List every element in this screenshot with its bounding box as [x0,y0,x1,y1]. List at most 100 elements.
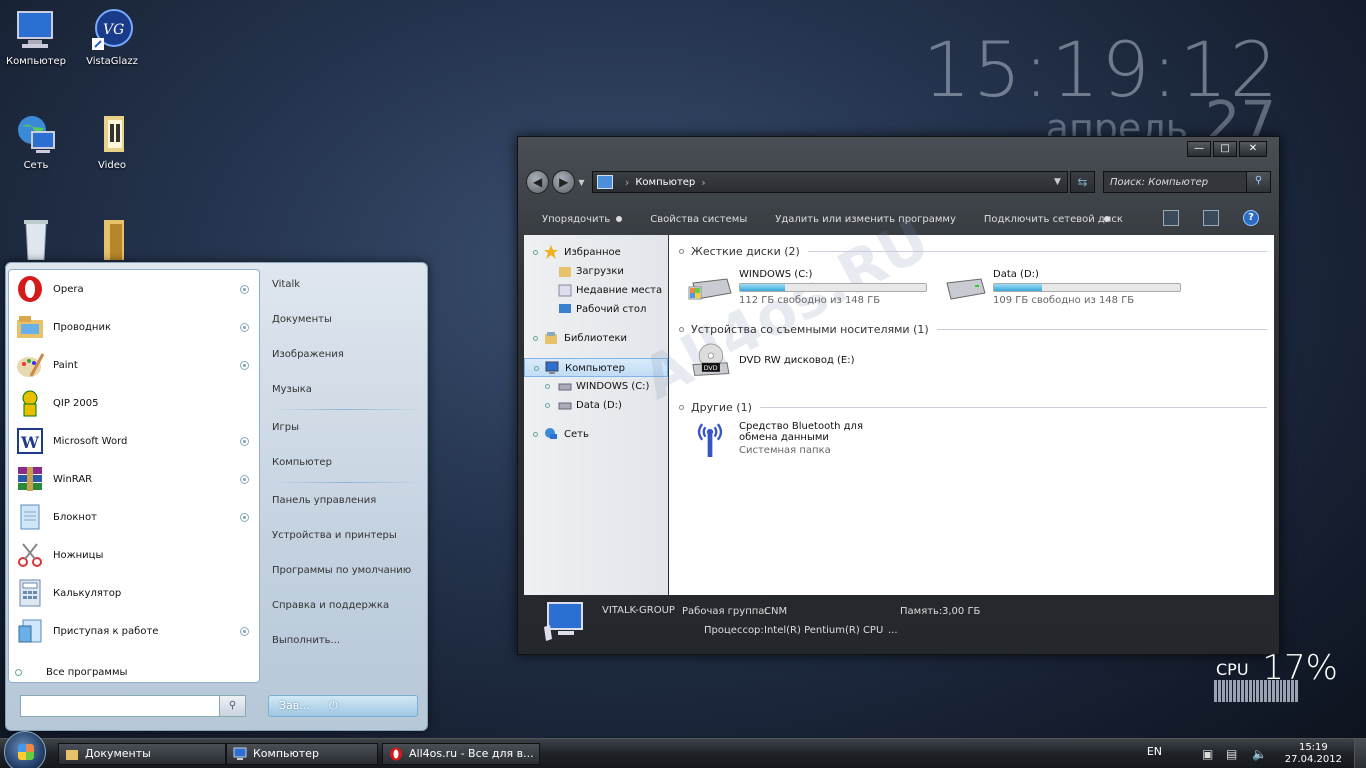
nav-recent-places[interactable]: Недавние места [524,281,668,300]
program-winrar[interactable]: WinRAR [9,460,259,498]
start-pictures[interactable]: Изображения [272,345,422,380]
start-control-panel[interactable]: Панель управления [272,491,422,526]
breadcrumb-computer[interactable]: Компьютер [635,177,695,188]
change-view-icon[interactable] [1163,210,1179,226]
group-header-other[interactable]: Другие (1) [679,401,1267,414]
collapse-icon[interactable] [679,405,684,410]
program-paint[interactable]: Paint [9,346,259,384]
organize-button[interactable]: Упорядочить [542,214,623,225]
uninstall-program-button[interactable]: Удалить или изменить программу [775,214,956,225]
nav-network[interactable]: Сеть [524,425,668,444]
program-notepad[interactable]: Блокнот [9,498,259,536]
usb-device-icon[interactable]: ▣ [1202,747,1216,761]
back-button[interactable]: ◀ [526,170,550,194]
jump-list-arrow-icon[interactable] [240,627,249,636]
desktop-icon-vistaglazz[interactable]: VG VistaGlazz [76,8,148,67]
qip-icon [22,390,38,417]
preview-pane-icon[interactable] [1203,210,1219,226]
breadcrumb-separator-icon[interactable]: › [701,176,705,189]
explorer-window[interactable]: — □ ✕ ◀ ▶ ▼ › Компьютер › ▼ ⇆ Поиск: Ком… [517,136,1280,655]
group-header-hard-drives[interactable]: Жесткие диски (2) [679,245,1267,258]
taskbar-clock[interactable]: 15:19 27.04.2012 [1285,742,1342,766]
maximize-button[interactable]: □ [1213,141,1237,157]
jump-list-arrow-icon[interactable] [240,475,249,484]
network-status-icon[interactable]: ▤ [1226,747,1240,761]
expand-icon[interactable] [533,336,538,341]
cpu-value: Intel(R) Pentium(R) CPU [764,625,884,636]
start-games[interactable]: Игры [272,418,422,453]
start-help-support[interactable]: Справка и поддержка [272,596,422,631]
program-word[interactable]: W Microsoft Word [9,422,259,460]
taskbar-date: 27.04.2012 [1284,754,1342,765]
show-desktop-button[interactable] [1354,739,1366,768]
start-devices-printers[interactable]: Устройства и принтеры [272,526,422,561]
start-user-folder[interactable]: Vitalk [272,275,422,310]
more-commands-icon[interactable] [1104,216,1110,222]
collapse-icon[interactable] [679,249,684,254]
recent-pages-dropdown[interactable]: ▼ [578,178,588,187]
start-search-input[interactable] [21,696,219,716]
program-explorer[interactable]: Проводник [9,308,259,346]
computer-icon [545,361,559,374]
drive-dvd[interactable]: DVD DVD RW дисковод (E:) [687,343,855,379]
jump-list-arrow-icon[interactable] [240,361,249,370]
nav-drive-d[interactable]: Data (D:) [524,396,668,415]
shutdown-button[interactable]: Зав... ⏻ [268,695,418,717]
expand-icon[interactable] [545,403,550,408]
refresh-button[interactable]: ⇆ [1069,171,1095,193]
cpu-gadget: CPU 17% [1212,648,1342,706]
start-default-programs[interactable]: Программы по умолчанию [272,561,422,596]
jump-list-arrow-icon[interactable] [240,285,249,294]
program-snipping-tool[interactable]: Ножницы [9,536,259,574]
desktop-icon-computer[interactable]: Компьютер [0,8,72,67]
program-calculator[interactable]: Калькулятор [9,574,259,612]
search-box[interactable]: Поиск: Компьютер ⚲ [1103,171,1271,193]
start-documents[interactable]: Документы [272,310,422,345]
expand-icon[interactable] [545,384,550,389]
breadcrumb-separator-icon[interactable]: › [625,176,629,189]
dropdown-icon [616,215,623,222]
nav-downloads[interactable]: Загрузки [524,262,668,281]
jump-list-arrow-icon[interactable] [240,323,249,332]
help-icon[interactable]: ? [1243,210,1259,226]
address-dropdown-icon[interactable]: ▼ [1054,177,1061,187]
drive-c[interactable]: WINDOWS (C:) 112 ГБ свободно из 148 ГБ [687,269,927,306]
drive-d[interactable]: Data (D:) 109 ГБ свободно из 148 ГБ [941,269,1181,306]
start-run[interactable]: Выполнить... [272,631,422,666]
start-button[interactable] [4,731,46,768]
forward-button[interactable]: ▶ [552,170,576,194]
volume-icon[interactable]: 🔈 [1252,747,1267,761]
taskbar-item-browser[interactable]: All4os.ru - Все для в... [382,743,540,765]
search-icon[interactable]: ⚲ [1246,172,1270,192]
address-bar[interactable]: › Компьютер › ▼ [591,171,1068,193]
expand-icon[interactable] [533,432,538,437]
drive-usage-bar [993,283,1181,292]
start-search-box[interactable]: ⚲ [20,695,246,717]
group-header-removable[interactable]: Устройства со съемными носителями (1) [679,323,1267,336]
language-indicator[interactable]: EN [1147,745,1162,758]
search-icon[interactable]: ⚲ [219,696,245,716]
desktop-icon-label: Сеть [23,160,49,171]
expand-icon[interactable] [533,250,538,255]
nav-favorites[interactable]: Избранное [524,243,668,262]
desktop-icon-folder[interactable] [76,216,148,264]
jump-list-arrow-icon[interactable] [240,437,249,446]
bluetooth-item[interactable]: Средство Bluetooth для обмена данными Си… [687,421,899,457]
close-button[interactable]: ✕ [1239,141,1267,157]
collapse-icon[interactable] [679,327,684,332]
desktop-icon-video[interactable]: Video [76,112,148,171]
map-network-drive-button[interactable]: Подключить сетевой диск [984,214,1123,225]
all-programs-button[interactable]: Все программы [15,667,127,678]
system-properties-button[interactable]: Свойства системы [650,214,747,225]
taskbar-item-computer[interactable]: Компьютер [226,743,378,765]
desktop-icon-recycle-bin[interactable] [0,216,72,264]
nav-desktop[interactable]: Рабочий стол [524,300,668,319]
taskbar-item-documents[interactable]: Документы [58,743,226,765]
minimize-button[interactable]: — [1187,141,1211,157]
program-opera[interactable]: Opera [9,270,259,308]
jump-list-arrow-icon[interactable] [240,513,249,522]
program-getting-started[interactable]: Приступая к работе [9,612,259,650]
expand-icon[interactable] [534,366,539,371]
desktop-icon-network[interactable]: Сеть [0,112,72,171]
program-qip[interactable]: QIP 2005 [9,384,259,422]
